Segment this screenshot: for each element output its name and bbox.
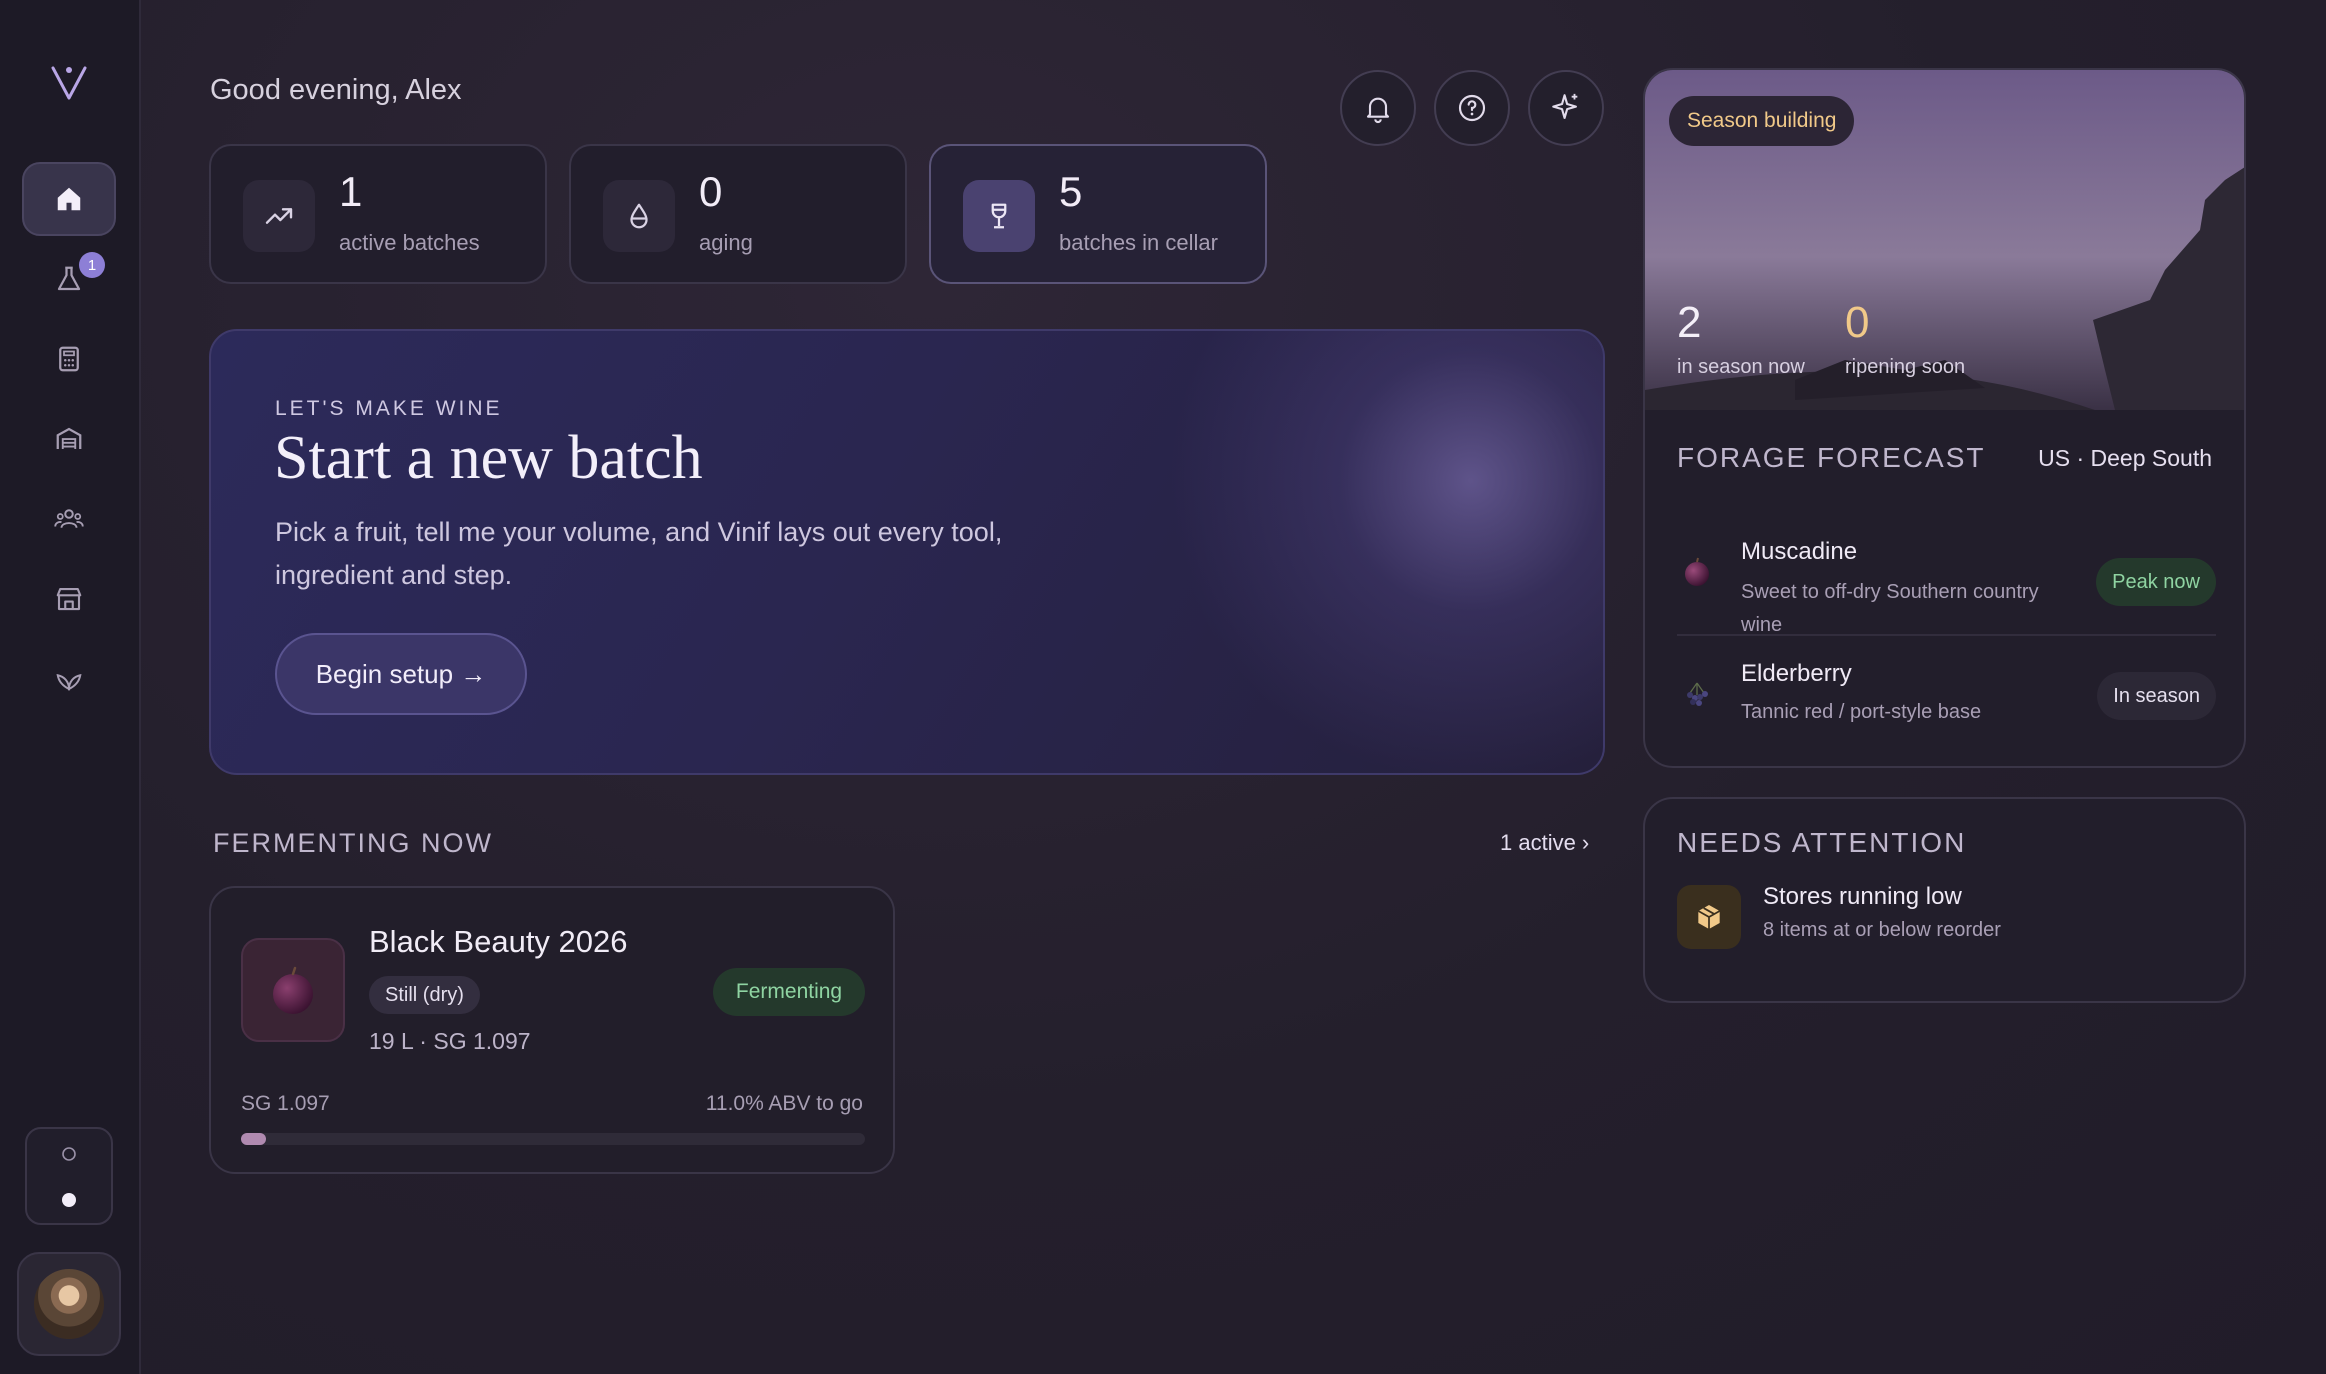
- stat-value: 1: [339, 168, 363, 215]
- help-button[interactable]: [1434, 70, 1510, 146]
- store-icon: [54, 584, 84, 614]
- batch-meta: 19 L · SG 1.097: [369, 1028, 531, 1054]
- stat-card-cellar[interactable]: 5 batches in cellar: [929, 144, 1267, 284]
- fermenting-section-title: FERMENTING NOW: [213, 828, 493, 858]
- forecast-item-muscadine[interactable]: Muscadine Sweet to off-dry Southern coun…: [1677, 518, 2216, 638]
- hero-title: Start a new batch: [274, 424, 703, 492]
- batch-sg: SG 1.097: [241, 1092, 330, 1115]
- leaf-icon: [53, 664, 85, 694]
- stat-label: aging: [699, 230, 753, 255]
- begin-setup-button[interactable]: Begin setup →: [275, 633, 527, 715]
- elderberry-icon: [1677, 674, 1717, 714]
- sidebar-item-lab[interactable]: 1: [22, 242, 116, 316]
- divider: [1677, 634, 2216, 636]
- wine-glass-icon: [963, 180, 1035, 252]
- sidebar-item-store[interactable]: [22, 562, 116, 636]
- fruit-status-badge: Peak now: [2096, 558, 2216, 606]
- notifications-button[interactable]: [1340, 70, 1416, 146]
- greeting: Good evening, Alex: [210, 74, 462, 106]
- attention-item-name[interactable]: Stores running low: [1763, 883, 1962, 911]
- attention-item-description: 8 items at or below reorder: [1763, 919, 2001, 941]
- stat-label: batches in cellar: [1059, 230, 1218, 255]
- sidebar: 1: [0, 0, 141, 1374]
- bell-icon: [1362, 92, 1394, 124]
- hero-description: Pick a fruit, tell me your volume, and V…: [275, 517, 1003, 590]
- warehouse-icon: [53, 424, 85, 454]
- sidebar-item-community[interactable]: [22, 482, 116, 556]
- hero-eyebrow: LET'S MAKE WINE: [275, 397, 503, 420]
- grape-icon: [1677, 552, 1717, 592]
- dark-mode-icon: [60, 1191, 78, 1209]
- vinif-logo-icon[interactable]: [47, 60, 91, 104]
- batch-name: Black Beauty 2026: [369, 924, 628, 959]
- progress-fill: [241, 1133, 266, 1145]
- profile-button[interactable]: [17, 1252, 121, 1356]
- theme-toggle: [25, 1127, 113, 1225]
- batch-card[interactable]: Black Beauty 2026 Still (dry) 19 L · SG …: [209, 886, 895, 1174]
- season-status-badge: Season building: [1669, 96, 1855, 146]
- fermenting-active-link[interactable]: 1 active ›: [1500, 830, 1589, 856]
- sidebar-item-cellar[interactable]: [22, 402, 116, 476]
- sidebar-item-home[interactable]: [22, 162, 116, 236]
- stat-value: 5: [1059, 168, 1083, 215]
- droplet-icon: [603, 180, 675, 252]
- stat-card-active-batches[interactable]: 1 active batches: [209, 144, 547, 284]
- batch-abv-remaining: 11.0% ABV to go: [705, 1092, 863, 1115]
- forecast-title: FORAGE FORECAST: [1677, 442, 1986, 473]
- fruit-description: Tannic red / port-style base: [1741, 701, 1982, 723]
- sidebar-item-forage[interactable]: [22, 642, 116, 716]
- in-season-label: in season now: [1677, 356, 1805, 378]
- new-batch-hero: LET'S MAKE WINE Start a new batch Pick a…: [209, 329, 1605, 775]
- theme-option-light[interactable]: [31, 1133, 107, 1175]
- batch-style-tag: Still (dry): [369, 976, 480, 1014]
- avatar: [34, 1269, 104, 1339]
- theme-option-dark[interactable]: [31, 1179, 107, 1221]
- forecast-item-elderberry[interactable]: Elderberry Tannic red / port-style base …: [1677, 648, 2216, 738]
- attention-title: NEEDS ATTENTION: [1677, 827, 1967, 858]
- calculator-icon: [54, 344, 84, 374]
- in-season-count: 2: [1677, 298, 1702, 347]
- fruit-status-badge: In season: [2097, 672, 2216, 720]
- light-mode-icon: [60, 1145, 78, 1163]
- trend-up-icon: [243, 180, 315, 252]
- fruit-name: Muscadine: [1741, 538, 1858, 565]
- ripening-count: 0: [1845, 298, 1870, 347]
- ai-assistant-button[interactable]: [1528, 70, 1604, 146]
- fruit-description: Sweet to off-dry Southern country wine: [1741, 581, 2039, 636]
- forage-forecast-card: Season building 2 in season now 0 ripeni…: [1643, 68, 2246, 768]
- stat-label: active batches: [339, 230, 480, 255]
- plum-icon: [241, 938, 345, 1042]
- help-icon: [1456, 92, 1488, 124]
- ripening-label: ripening soon: [1845, 356, 1966, 378]
- status-badge: Fermenting: [713, 968, 865, 1016]
- fruit-name: Elderberry: [1741, 660, 1852, 687]
- package-icon: [1677, 885, 1741, 949]
- fermentation-progress: [241, 1133, 865, 1145]
- stat-value: 0: [699, 168, 723, 215]
- lab-badge: 1: [79, 252, 105, 278]
- home-icon: [54, 184, 84, 214]
- sidebar-item-calculator[interactable]: [22, 322, 116, 396]
- needs-attention-card: NEEDS ATTENTION Stores running low 8 ite…: [1643, 797, 2246, 1003]
- users-icon: [53, 504, 85, 534]
- sparkle-icon: [1549, 91, 1583, 125]
- forecast-region[interactable]: US · Deep South: [2038, 445, 2212, 472]
- stat-card-aging[interactable]: 0 aging: [569, 144, 907, 284]
